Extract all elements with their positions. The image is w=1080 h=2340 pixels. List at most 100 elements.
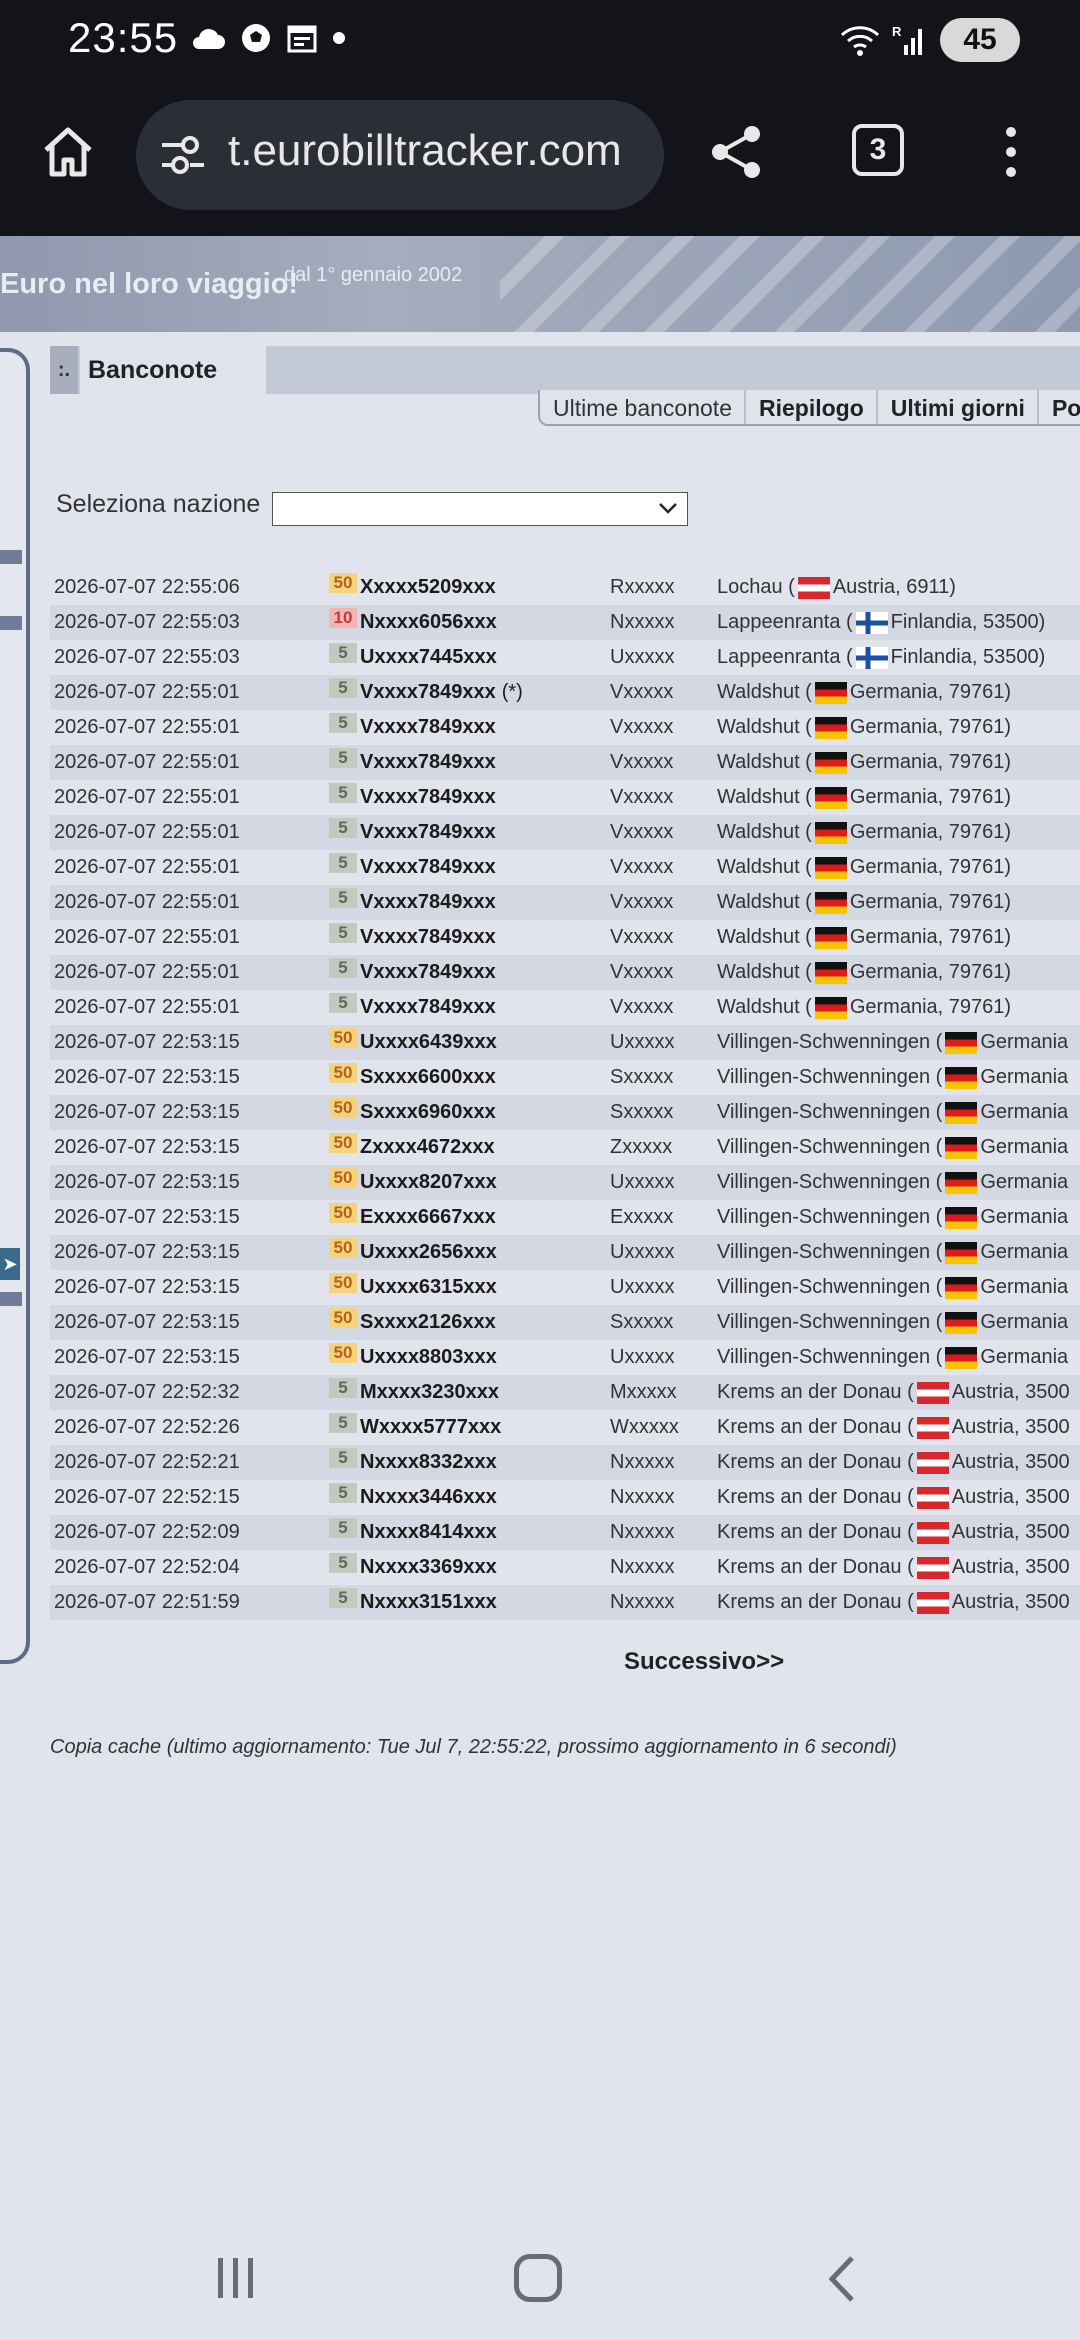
note-serial[interactable]: Vxxxx7849xxx [360, 996, 502, 1019]
back-icon[interactable] [826, 2254, 856, 2304]
note-location: Waldshut (Germania, 79761) [717, 996, 1011, 1019]
share-icon[interactable] [706, 122, 766, 182]
country: Austria, 3500 [951, 1556, 1070, 1578]
panel-bullet: :. [50, 346, 78, 394]
city: Villingen-Schwenningen ( [717, 1101, 943, 1123]
city: Villingen-Schwenningen ( [717, 1136, 943, 1158]
city: Villingen-Schwenningen ( [717, 1276, 943, 1298]
city: Villingen-Schwenningen ( [717, 1241, 943, 1263]
note-serial[interactable]: Nxxxx3369xxx [360, 1556, 503, 1579]
denomination-badge: 5 [329, 1483, 357, 1503]
note-location: Villingen-Schwenningen (Germania [717, 1171, 1068, 1194]
flag-icon [916, 1451, 949, 1474]
flag-icon [916, 1486, 949, 1509]
note-date: 2026-07-07 22:55:01 [54, 821, 240, 843]
note-serial[interactable]: Vxxxx7849xxx [360, 786, 502, 809]
note-serial[interactable]: Uxxxx8803xxx [360, 1346, 503, 1369]
note-location: Waldshut ( Germania, 79761) [717, 961, 1011, 984]
tab-riepilogo[interactable]: Riepilogo [746, 390, 878, 424]
tabs-icon[interactable]: 3 [852, 124, 904, 176]
panel-title: Banconote [80, 346, 266, 394]
flag-icon [916, 1416, 949, 1439]
note-serial[interactable]: Vxxxx7849xxx [360, 821, 502, 844]
note-serial[interactable]: Uxxxx8207xxx [360, 1171, 503, 1194]
note-location: Villingen-Schwenningen (Germania [717, 1276, 1068, 1299]
flag-icon [814, 856, 847, 879]
note-date: 2026-07-07 22:51:59 [54, 1591, 240, 1613]
note-serial[interactable]: Uxxxx6315xxx [360, 1276, 503, 1299]
note-serial[interactable]: Vxxxx7849xxx [360, 961, 502, 984]
note-prefix: Vxxxxx [610, 786, 674, 808]
flag-icon [855, 646, 888, 669]
flag-icon [945, 1066, 978, 1089]
note-serial[interactable]: Sxxxx2126xxx [360, 1311, 502, 1334]
flag-icon [814, 996, 847, 1019]
table-row: 2026-07-07 22:53:15 50 Sxxxx6960xxx Sxxxxx V… [50, 1095, 1080, 1130]
next-page-link[interactable]: Successivo>> [624, 1648, 784, 1676]
serial-text: Vxxxx7849xxx [360, 821, 496, 843]
country: Finlandia, 53500) [890, 646, 1046, 668]
city: Waldshut ( [717, 926, 812, 948]
note-serial[interactable]: Nxxxx3151xxx [360, 1591, 503, 1614]
note-location: Waldshut (Germania, 79761) [717, 786, 1011, 809]
flag-icon [916, 1591, 949, 1614]
tab-poligoni[interactable]: Polig [1039, 390, 1080, 424]
site-settings-icon[interactable] [158, 130, 208, 180]
city: Waldshut ( [717, 716, 812, 738]
city: Waldshut ( [717, 961, 812, 983]
recents-icon[interactable] [216, 2256, 256, 2300]
table-row: 2026-07-07 22:53:15 50 Exxxx6667xxx Exxxxx V… [50, 1200, 1080, 1235]
note-prefix: Nxxxxx [610, 611, 675, 633]
note-date: 2026-07-07 22:52:26 [54, 1416, 240, 1438]
note-serial[interactable]: Vxxxx7849xxx [360, 926, 502, 949]
home-icon[interactable] [514, 2254, 562, 2302]
city: Krems an der Donau ( [717, 1451, 914, 1473]
denomination-badge: 5 [329, 1588, 357, 1608]
note-serial[interactable]: Nxxxx3446xxx [360, 1486, 503, 1509]
serial-text: Wxxxx5777xxx [360, 1416, 502, 1438]
flag-icon [945, 1276, 978, 1299]
note-serial[interactable]: Vxxxx7849xxx [360, 891, 502, 914]
note-prefix: Uxxxxx [610, 1346, 675, 1368]
note-serial[interactable]: Zxxxx4672xxx [360, 1136, 501, 1159]
flag-icon [945, 1101, 978, 1124]
note-serial[interactable]: Xxxxx5209xxx [360, 576, 502, 599]
note-serial[interactable]: Wxxxx5777xxx [360, 1416, 507, 1439]
more-vert-icon[interactable] [996, 122, 1026, 182]
note-serial[interactable]: Uxxxx7445xxx [360, 646, 503, 669]
status-bar: 23:55 R 45 [0, 0, 1080, 84]
denomination-badge: 50 [329, 1203, 357, 1223]
note-serial[interactable]: Exxxx6667xxx [360, 1206, 502, 1229]
note-serial[interactable]: Sxxxx6600xxx [360, 1066, 502, 1089]
note-serial[interactable]: Sxxxx6960xxx [360, 1101, 502, 1124]
country-select[interactable] [272, 492, 688, 526]
country: Finlandia, 53500) [890, 611, 1046, 633]
note-serial[interactable]: Vxxxx7849xxx [360, 751, 502, 774]
note-serial[interactable]: Nxxxx6056xxx [360, 611, 503, 634]
tab-ultimi-giorni[interactable]: Ultimi giorni [878, 390, 1039, 424]
note-serial[interactable]: Nxxxx8414xxx [360, 1521, 503, 1544]
denomination-badge: 5 [329, 713, 357, 733]
note-serial[interactable]: Mxxxx3230xxx [360, 1381, 505, 1404]
serial-text: Vxxxx7849xxx [360, 681, 496, 703]
note-location: Villingen-Schwenningen (Germania [717, 1206, 1068, 1229]
note-location: Villingen-Schwenningen (Germania [717, 1101, 1068, 1124]
note-prefix: Vxxxxx [610, 856, 674, 878]
note-serial[interactable]: Uxxxx6439xxx [360, 1031, 503, 1054]
denomination-badge: 50 [329, 1063, 357, 1083]
note-serial[interactable]: Vxxxx7849xxx (*) [360, 681, 523, 704]
table-row: 2026-07-07 22:53:15 50 Uxxxx8803xxx Uxxxxx V… [50, 1340, 1080, 1375]
note-serial[interactable]: Vxxxx7849xxx [360, 716, 502, 739]
note-location: Krems an der Donau (Austria, 3500 [717, 1416, 1070, 1439]
country: Germania, 79761) [849, 961, 1012, 983]
note-location: Waldshut (Germania, 79761) [717, 751, 1011, 774]
home-icon[interactable] [40, 124, 96, 180]
note-serial[interactable]: Vxxxx7849xxx [360, 856, 502, 879]
tab-ultime-banconote[interactable]: Ultime banconote [540, 390, 746, 424]
note-serial[interactable]: Nxxxx8332xxx [360, 1451, 503, 1474]
country: Austria, 3500 [951, 1591, 1070, 1613]
sidebar-expand-icon[interactable]: ➤ [0, 1248, 20, 1280]
note-serial[interactable]: Uxxxx2656xxx [360, 1241, 503, 1264]
address-bar[interactable]: t.eurobilltracker.com [136, 100, 664, 210]
table-row: 2026-07-07 22:55:03 5 Uxxxx7445xxx Uxxxxx La… [50, 640, 1080, 675]
